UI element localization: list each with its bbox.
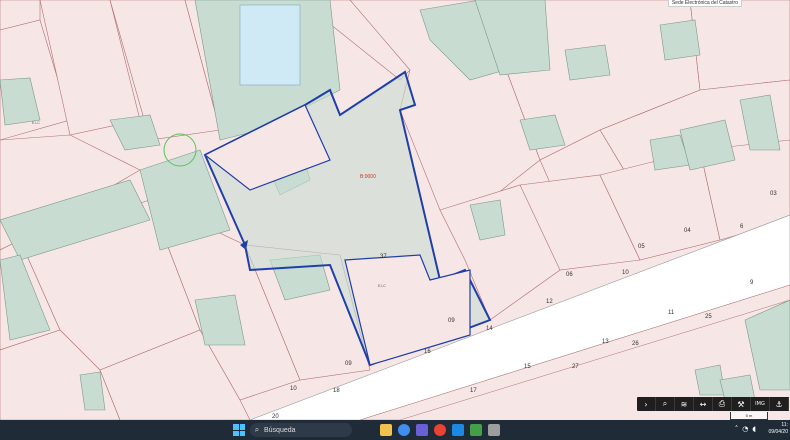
street-number-label: 10 bbox=[622, 270, 629, 276]
outlook-icon[interactable] bbox=[452, 424, 464, 436]
street-number-label: 16 bbox=[424, 349, 431, 355]
parcel-main-label: B:0000 bbox=[360, 174, 376, 180]
wifi-icon[interactable]: ◔ bbox=[742, 425, 748, 433]
measure-icon[interactable]: ↔ bbox=[694, 397, 713, 411]
parcel-label: 27 bbox=[572, 364, 579, 370]
street-number-label: 11 bbox=[668, 310, 675, 316]
taskbar-search[interactable]: ⌕ Búsqueda bbox=[250, 423, 352, 437]
file-explorer-icon[interactable] bbox=[380, 424, 392, 436]
chevron-up-icon[interactable]: ˄ bbox=[735, 425, 739, 433]
street-number-label: 15 bbox=[524, 364, 531, 370]
parcel-label: 10 bbox=[290, 386, 297, 392]
windows-start-icon[interactable] bbox=[233, 424, 245, 436]
tools-icon[interactable]: ⚒ bbox=[732, 397, 751, 411]
chrome-icon[interactable] bbox=[434, 424, 446, 436]
app-icon[interactable] bbox=[488, 424, 500, 436]
parcel-label: 26 bbox=[632, 341, 639, 347]
mode-label[interactable]: IMG bbox=[751, 397, 770, 411]
parcel-tag: E.LC bbox=[378, 284, 386, 288]
share-icon[interactable]: ⚓ bbox=[770, 397, 789, 411]
search-placeholder: Búsqueda bbox=[264, 426, 296, 434]
taskbar: ⌕ Búsqueda ˄ ◔ ◖ 11: 09/04/20 bbox=[0, 420, 790, 440]
zoom-icon[interactable]: ⌕ bbox=[656, 397, 675, 411]
spreadsheet-app-icon[interactable] bbox=[470, 424, 482, 436]
cadastral-map[interactable]: B:0000 37 09 14 16 18 12 10 06 04 05 03 … bbox=[0, 0, 790, 420]
street-number-label: 17 bbox=[470, 388, 477, 394]
search-icon: ⌕ bbox=[254, 425, 260, 434]
clock-date: 09/04/20 bbox=[768, 429, 788, 435]
map-toolbar: › ⌕ ≋ ↔ ⎙ ⚒ IMG ⚓ bbox=[637, 397, 789, 411]
parcel-label: 04 bbox=[684, 228, 691, 234]
parcel-label: 25 bbox=[705, 314, 712, 320]
print-icon[interactable]: ⎙ bbox=[713, 397, 732, 411]
system-tray[interactable]: ˄ ◔ ◖ bbox=[735, 425, 756, 433]
scale-bar: 5 m bbox=[730, 412, 768, 420]
street-number-label: 14 bbox=[486, 326, 493, 332]
parcel-label: 03 bbox=[770, 191, 777, 197]
parcel-label: 05 bbox=[638, 244, 645, 250]
parcel-label: 09 bbox=[345, 361, 352, 367]
clock-time: 11: bbox=[781, 422, 788, 428]
taskbar-clock[interactable]: 11: 09/04/20 bbox=[769, 422, 788, 436]
street-number-label: 13 bbox=[602, 339, 609, 345]
street-number-label: 18 bbox=[333, 388, 340, 394]
parcel-label: 09 bbox=[448, 318, 455, 324]
viewer-header: Sede Electrónica del Catastro bbox=[667, 0, 742, 7]
volume-icon[interactable]: ◖ bbox=[752, 425, 756, 433]
parcel-tag: E.LC bbox=[32, 121, 40, 125]
chevron-right-icon[interactable]: › bbox=[637, 397, 656, 411]
parcel-label: 06 bbox=[566, 272, 573, 278]
layers-icon[interactable]: ≋ bbox=[675, 397, 694, 411]
teams-icon[interactable] bbox=[416, 424, 428, 436]
parcel-label: 37 bbox=[380, 254, 387, 260]
street-number-label: 12 bbox=[546, 299, 553, 305]
edge-browser-icon[interactable] bbox=[398, 424, 410, 436]
